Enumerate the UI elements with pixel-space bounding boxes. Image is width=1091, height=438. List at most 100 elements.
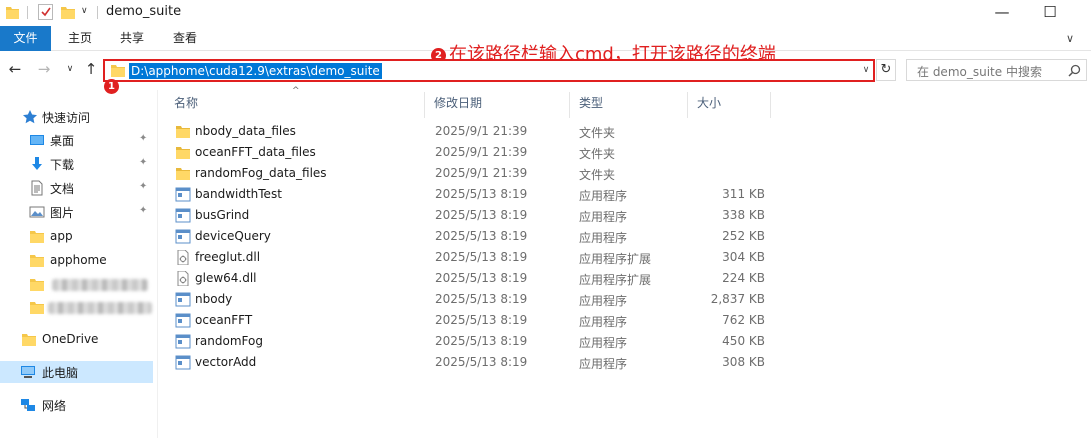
file-size: 2,837 KB	[710, 292, 765, 306]
minimize-button[interactable]: —	[979, 0, 1025, 26]
file-type: 应用程序	[579, 210, 628, 224]
title-bar: ∨ demo_suite — ☐	[0, 0, 1091, 26]
forward-button[interactable]: →	[35, 60, 53, 78]
separator	[27, 6, 28, 19]
table-row[interactable]: nbody 2025/5/13 8:19 应用程序 2,837 KB	[166, 289, 776, 310]
file-type: 应用程序	[579, 189, 628, 203]
table-row[interactable]: randomFog_data_files 2025/9/1 21:39 文件夹	[166, 163, 776, 184]
back-button[interactable]: ←	[6, 60, 24, 78]
quick-access-dropdown-icon[interactable]: ∨	[81, 4, 91, 18]
table-row[interactable]: busGrind 2025/5/13 8:19 应用程序 338 KB	[166, 205, 776, 226]
file-modified-date: 2025/9/1 21:39	[435, 166, 528, 180]
sidebar-item-label: 下载	[50, 158, 75, 172]
table-row[interactable]: oceanFFT 2025/5/13 8:19 应用程序 762 KB	[166, 310, 776, 331]
table-row[interactable]: randomFog 2025/5/13 8:19 应用程序 450 KB	[166, 331, 776, 352]
pictures-icon	[29, 206, 45, 218]
search-input[interactable]: 在 demo_suite 中搜索	[917, 63, 1042, 80]
sidebar-item-quick-access[interactable]: 快速访问	[0, 106, 153, 128]
sidebar-item-label: 此电脑	[42, 366, 79, 380]
file-modified-date: 2025/9/1 21:39	[435, 124, 528, 138]
sidebar-item-this-pc[interactable]: 此电脑	[0, 361, 153, 383]
separator	[97, 6, 98, 19]
address-bar[interactable]: D:\apphome\cuda12.9\extras\demo_suite	[103, 59, 875, 82]
checkmark-icon	[41, 7, 51, 17]
folder-icon	[30, 231, 44, 243]
up-button[interactable]: ↑	[82, 60, 100, 78]
address-input[interactable]: D:\apphome\cuda12.9\extras\demo_suite	[129, 63, 382, 79]
sidebar-item-pictures[interactable]: 图片 ✦	[0, 201, 153, 223]
file-modified-date: 2025/5/13 8:19	[435, 250, 528, 264]
file-name: vectorAdd	[195, 355, 257, 369]
table-row[interactable]: oceanFFT_data_files 2025/9/1 21:39 文件夹	[166, 142, 776, 163]
maximize-button[interactable]: ☐	[1027, 0, 1073, 26]
file-type: 应用程序	[579, 357, 628, 371]
sidebar-item-label: apphome	[50, 253, 107, 267]
file-name: glew64.dll	[195, 271, 257, 285]
pane-splitter[interactable]	[157, 90, 158, 438]
window-title: demo_suite	[106, 4, 182, 19]
tab-share[interactable]: 共享	[107, 26, 157, 51]
file-list-header: 名称 修改日期 类型 大小	[166, 92, 776, 118]
redacted-label	[48, 302, 152, 314]
file-name: randomFog	[195, 334, 263, 348]
recent-locations-button[interactable]: ∨	[61, 60, 79, 78]
table-row[interactable]: bandwidthTest 2025/5/13 8:19 应用程序 311 KB	[166, 184, 776, 205]
table-row[interactable]: vectorAdd 2025/5/13 8:19 应用程序 308 KB	[166, 352, 776, 373]
download-icon	[32, 157, 42, 170]
table-row[interactable]: freeglut.dll 2025/5/13 8:19 应用程序扩展 304 KB	[166, 247, 776, 268]
column-header-name[interactable]: 名称	[166, 92, 425, 118]
sidebar-item-downloads[interactable]: 下载 ✦	[0, 153, 153, 175]
file-type: 应用程序	[579, 336, 628, 350]
file-size: 311 KB	[722, 187, 765, 201]
file-type: 应用程序扩展	[579, 273, 652, 287]
sidebar-item-label: OneDrive	[42, 332, 99, 346]
file-name: oceanFFT	[195, 313, 253, 327]
application-icon	[175, 355, 191, 370]
sidebar-item-redacted[interactable]	[0, 297, 153, 319]
folder-icon	[30, 302, 44, 314]
tab-home[interactable]: 主页	[55, 26, 105, 51]
application-icon	[175, 334, 191, 349]
table-row[interactable]: glew64.dll 2025/5/13 8:19 应用程序扩展 224 KB	[166, 268, 776, 289]
file-list: nbody_data_files 2025/9/1 21:39 文件夹 oceanFF…	[166, 121, 776, 373]
file-modified-date: 2025/5/13 8:19	[435, 229, 528, 243]
desktop-icon	[30, 135, 44, 145]
column-header-date[interactable]: 修改日期	[426, 92, 570, 118]
application-icon	[175, 229, 191, 244]
navigation-pane: 快速访问 桌面 ✦ 下载 ✦ 文档 ✦ 图片 ✦ app apphome One…	[0, 92, 156, 438]
file-type: 应用程序	[579, 231, 628, 245]
file-size: 304 KB	[722, 250, 765, 264]
sidebar-item-redacted[interactable]	[0, 274, 153, 296]
new-folder-icon[interactable]	[61, 5, 75, 19]
pin-icon: ✦	[139, 133, 148, 144]
file-type: 应用程序	[579, 294, 628, 308]
sidebar-item-network[interactable]: 网络	[0, 394, 153, 416]
star-icon	[23, 110, 37, 124]
sidebar-item-app[interactable]: app	[0, 226, 153, 248]
application-icon	[175, 208, 191, 223]
sidebar-item-onedrive[interactable]: OneDrive	[0, 329, 153, 351]
column-header-type[interactable]: 类型	[571, 92, 688, 118]
search-box[interactable]: 在 demo_suite 中搜索	[906, 59, 1087, 81]
sidebar-item-documents[interactable]: 文档 ✦	[0, 177, 153, 199]
file-modified-date: 2025/5/13 8:19	[435, 271, 528, 285]
column-header-size[interactable]: 大小	[689, 92, 771, 118]
file-size: 308 KB	[722, 355, 765, 369]
file-size: 224 KB	[722, 271, 765, 285]
sidebar-item-label: 网络	[42, 399, 67, 413]
table-row[interactable]: deviceQuery 2025/5/13 8:19 应用程序 252 KB	[166, 226, 776, 247]
table-row[interactable]: nbody_data_files 2025/9/1 21:39 文件夹	[166, 121, 776, 142]
application-icon	[175, 313, 191, 328]
sidebar-item-apphome[interactable]: apphome	[0, 250, 153, 272]
tab-file[interactable]: 文件	[0, 26, 51, 51]
file-type: 文件夹	[579, 126, 616, 140]
sidebar-item-desktop[interactable]: 桌面 ✦	[0, 129, 153, 151]
tab-view[interactable]: 查看	[160, 26, 210, 51]
ribbon-expand-icon[interactable]: ∨	[1062, 31, 1078, 47]
file-modified-date: 2025/5/13 8:19	[435, 334, 528, 348]
address-dropdown-icon[interactable]: ∨	[858, 62, 874, 78]
file-name: busGrind	[195, 208, 250, 222]
properties-button[interactable]	[38, 4, 53, 20]
refresh-button[interactable]: ↻	[876, 59, 896, 81]
folder-icon	[30, 255, 44, 267]
